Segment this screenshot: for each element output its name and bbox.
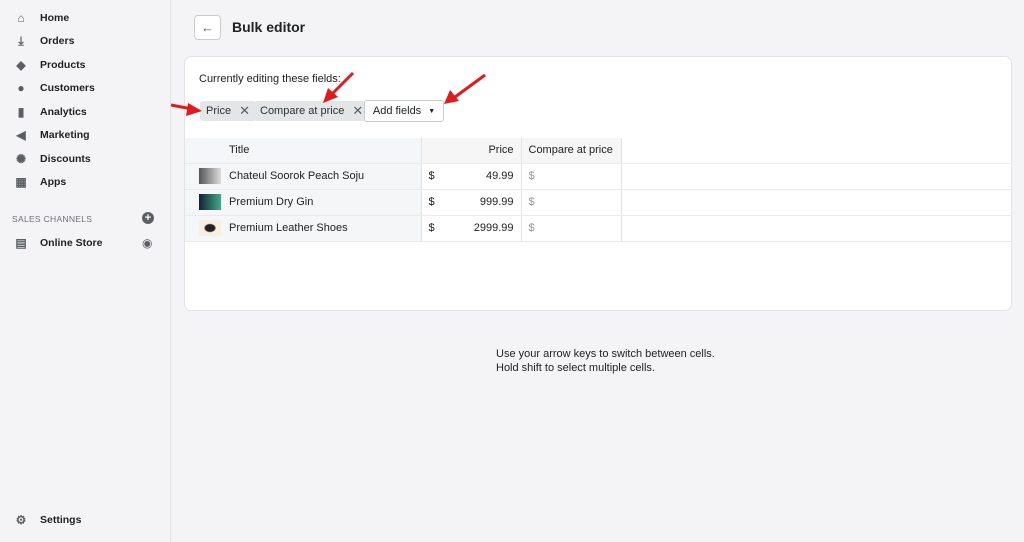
annotation-arrows (170, 71, 486, 116)
annotation-arrow (330, 71, 355, 96)
annotation-arrow (454, 73, 486, 99)
